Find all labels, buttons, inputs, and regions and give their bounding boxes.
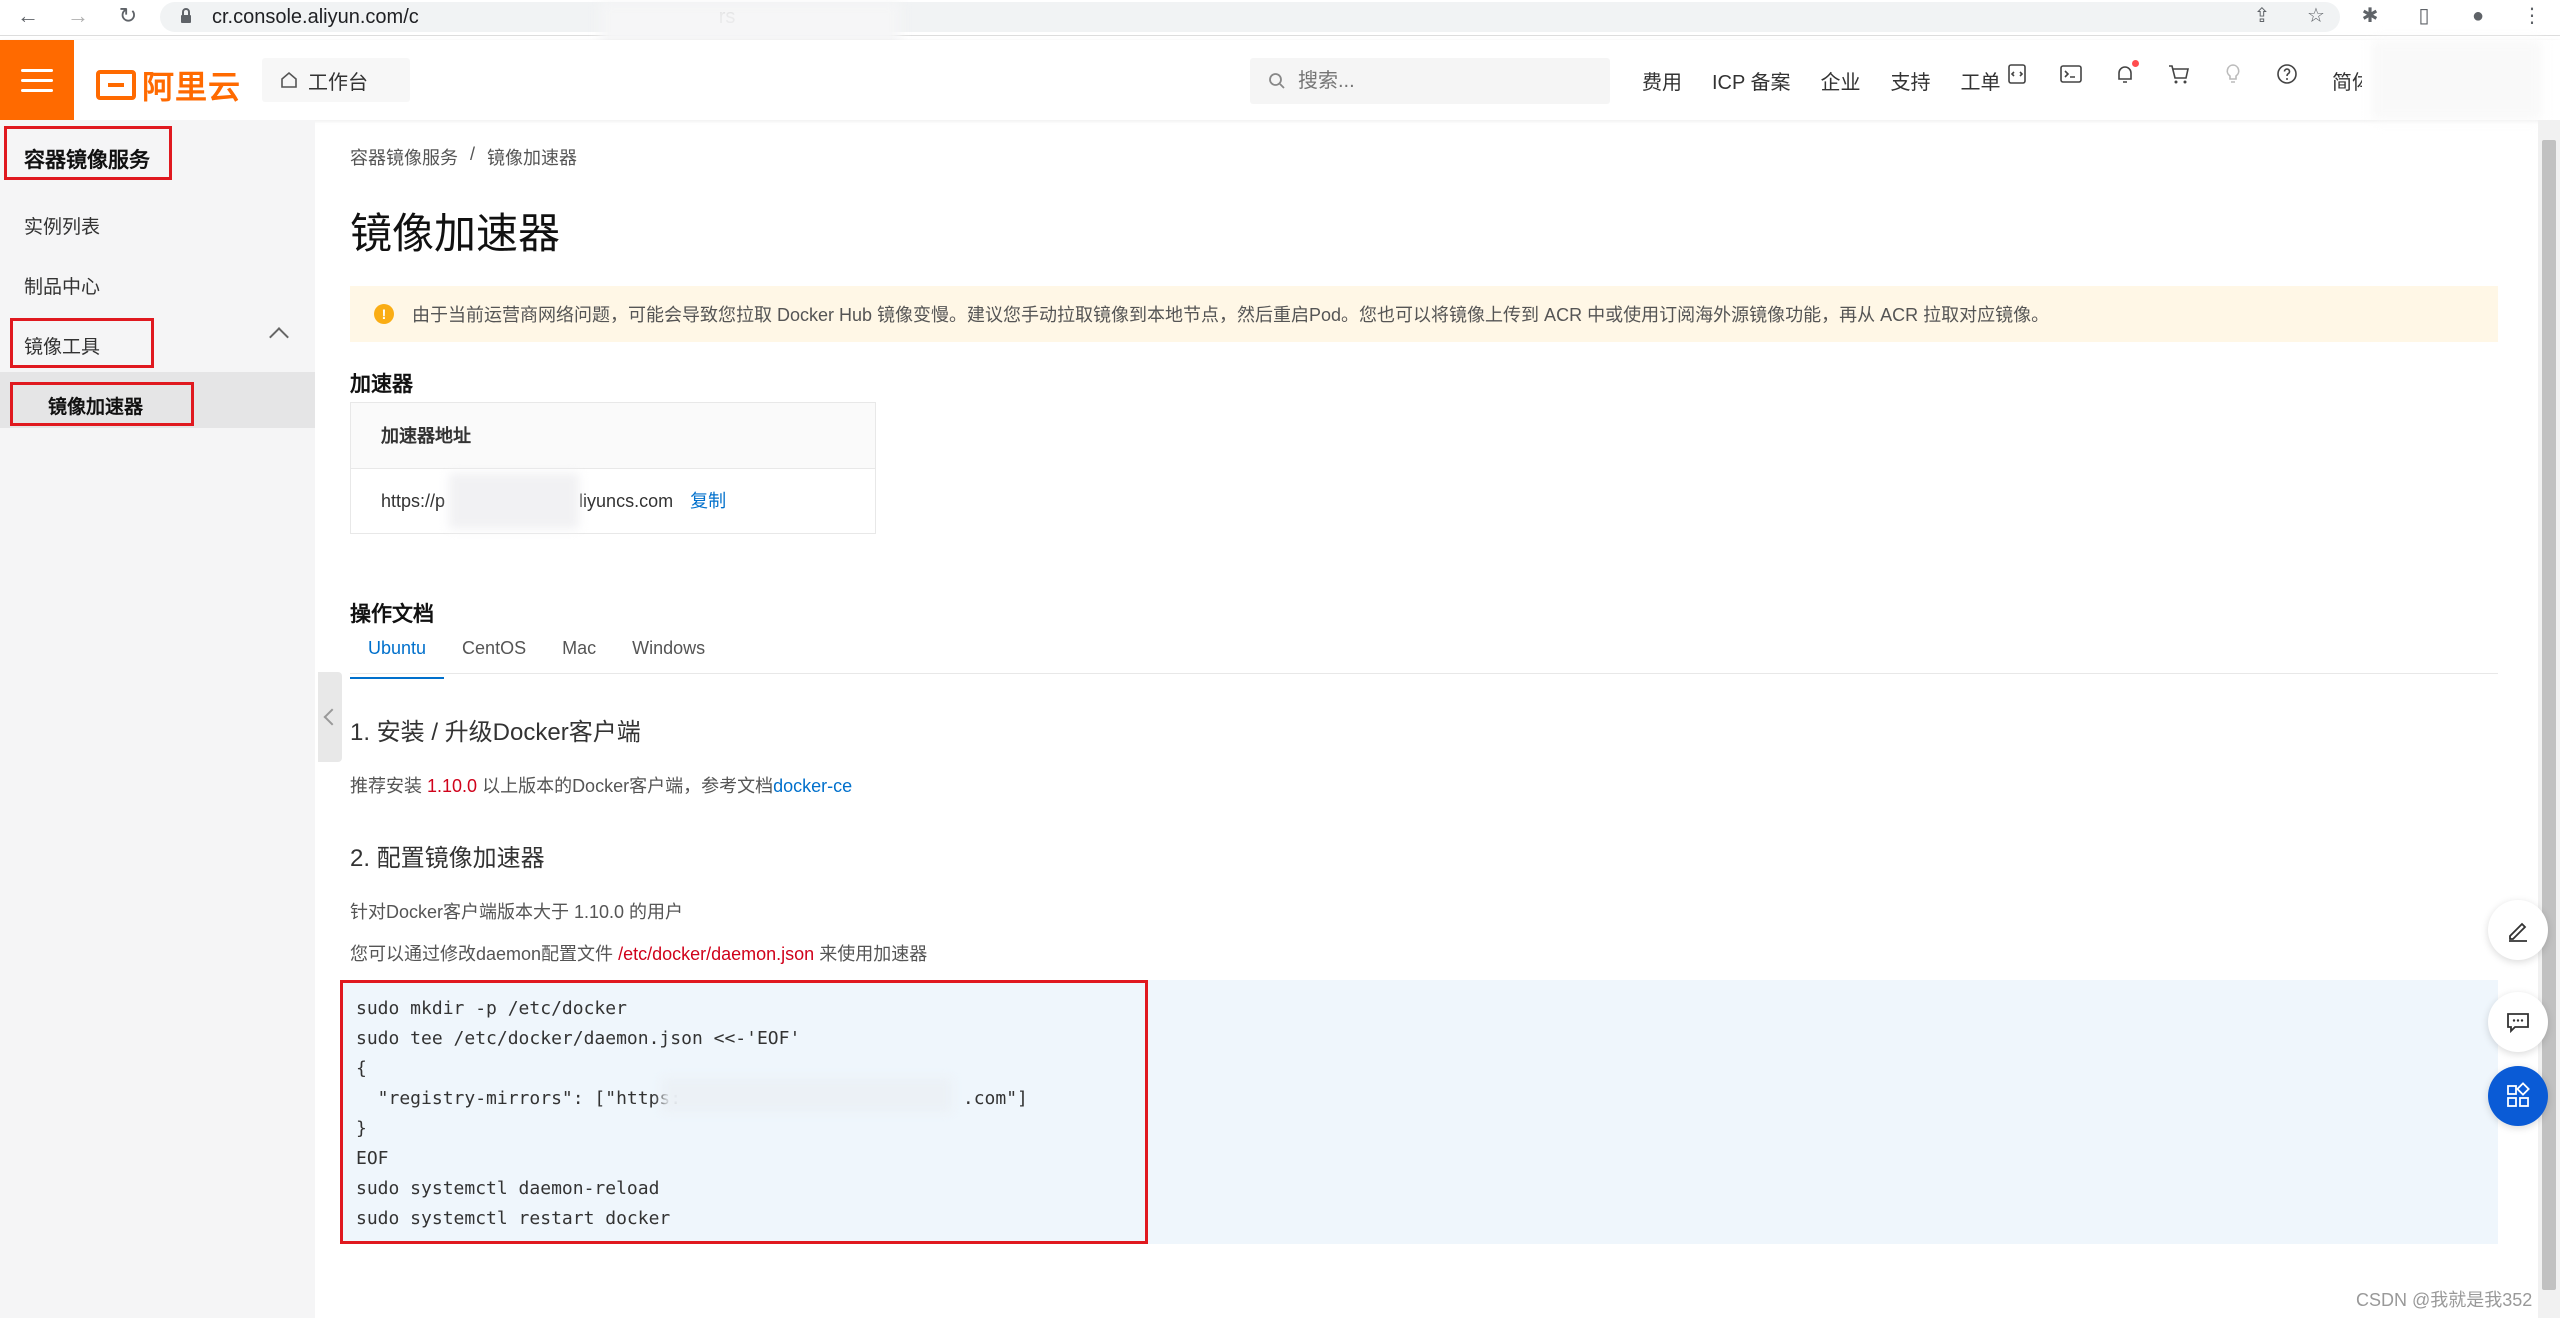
- search-icon: [1269, 73, 1285, 89]
- account-redaction: [2372, 40, 2542, 120]
- code-block[interactable]: sudo mkdir -p /etc/docker sudo tee /etc/…: [340, 980, 2498, 1244]
- watermark: CSDN @我就是我352: [2356, 1290, 2533, 1310]
- warning-icon: !: [374, 304, 394, 324]
- tab-mac[interactable]: Mac: [544, 628, 614, 673]
- help-icon[interactable]: [2275, 62, 2299, 86]
- reload-icon[interactable]: ↻: [114, 2, 142, 30]
- daemon-path: /etc/docker/daemon.json: [618, 944, 815, 964]
- menu-hamburger-icon[interactable]: [0, 40, 74, 120]
- chat-float-button[interactable]: [2488, 992, 2548, 1052]
- highlight-box: [4, 126, 172, 180]
- language-switch[interactable]: 简体: [2332, 66, 2362, 95]
- notice-text: 由于当前运营商网络问题，可能会导致您拉取 Docker Hub 镜像变慢。建议您…: [412, 305, 2050, 325]
- step2-text-2: 您可以通过修改daemon配置文件 /etc/docker/daemon.jso…: [350, 944, 928, 964]
- sidebar: 容器镜像服务 实例列表 制品中心 镜像工具 镜像加速器: [0, 120, 315, 1318]
- share-icon[interactable]: ⇪: [2248, 2, 2276, 30]
- sidebar-collapse-handle[interactable]: [318, 672, 342, 762]
- nav-enterprise[interactable]: 企业: [1821, 66, 1861, 95]
- docs-heading: 操作文档: [350, 603, 434, 626]
- lightbulb-icon[interactable]: [2221, 62, 2245, 86]
- sidepanel-icon[interactable]: ▯: [2410, 2, 2438, 30]
- tab-centos[interactable]: CentOS: [444, 628, 544, 673]
- console-topnav: 阿里云 工作台 费用 ICP 备案 企业 支持 工单 简体: [0, 40, 2560, 120]
- sidebar-item-artifacts[interactable]: 制品中心: [24, 272, 100, 299]
- nav-billing[interactable]: 费用: [1642, 66, 1682, 95]
- browser-toolbar: ← → ↻ cr.console.aliyun.com/crs ⇪ ☆ ✱ ▯ …: [0, 0, 2560, 50]
- accelerator-column-header: 加速器地址: [351, 403, 875, 469]
- step1-text: 推荐安装 1.10.0 以上版本的Docker客户端，参考文档docker-ce: [350, 776, 853, 796]
- highlight-box: [340, 980, 1148, 1244]
- search-input[interactable]: [1298, 69, 1578, 93]
- highlight-box: [10, 318, 154, 368]
- page-title: 镜像加速器: [350, 210, 561, 257]
- aliyun-logo-mark-icon: [96, 70, 136, 100]
- extensions-icon[interactable]: ✱: [2356, 2, 2384, 30]
- tab-windows[interactable]: Windows: [614, 628, 723, 673]
- bell-icon[interactable]: [2113, 60, 2139, 86]
- global-search[interactable]: [1250, 58, 1610, 104]
- apps-grid-icon: [2507, 1082, 2530, 1107]
- main-content: 容器镜像服务 / 镜像加速器 镜像加速器 ! 由于当前运营商网络问题，可能会导致…: [340, 120, 2500, 1318]
- step1-title: 1. 安装 / 升级Docker客户端: [350, 719, 641, 746]
- edit-float-button[interactable]: [2488, 900, 2548, 960]
- home-icon: [281, 71, 297, 88]
- pencil-icon: [2509, 922, 2527, 942]
- workbench-button[interactable]: 工作台: [262, 58, 410, 102]
- breadcrumb: 容器镜像服务 / 镜像加速器: [350, 144, 577, 170]
- sidebar-item-instances[interactable]: 实例列表: [24, 212, 100, 239]
- step2-text-1: 针对Docker客户端版本大于 1.10.0 的用户: [350, 902, 684, 922]
- accelerator-table: 加速器地址 https://p liyuncs.com 复制: [350, 402, 876, 534]
- apps-float-button[interactable]: [2488, 1066, 2548, 1126]
- chevron-up-icon[interactable]: [269, 327, 289, 347]
- docker-ce-link[interactable]: docker-ce: [773, 776, 852, 796]
- back-icon[interactable]: ←: [14, 2, 42, 30]
- aliyun-logo[interactable]: 阿里云: [96, 62, 241, 108]
- breadcrumb-service[interactable]: 容器镜像服务: [350, 144, 458, 170]
- forward-icon[interactable]: →: [64, 2, 92, 30]
- accelerator-heading: 加速器: [350, 373, 413, 396]
- tab-ubuntu[interactable]: Ubuntu: [350, 628, 445, 679]
- url-redaction: [449, 473, 579, 529]
- nav-support[interactable]: 支持: [1891, 66, 1931, 95]
- version-text: 1.10.0: [427, 776, 478, 796]
- lock-icon: [181, 8, 191, 23]
- nav-icp[interactable]: ICP 备案: [1712, 66, 1791, 95]
- notice-banner: ! 由于当前运营商网络问题，可能会导致您拉取 Docker Hub 镜像变慢。建…: [350, 286, 2498, 342]
- nav-ticket[interactable]: 工单: [1961, 66, 2001, 95]
- address-bar[interactable]: cr.console.aliyun.com/crs: [160, 2, 2340, 50]
- code-icon[interactable]: [2005, 62, 2029, 86]
- profile-icon[interactable]: ●: [2464, 2, 2492, 30]
- copy-button[interactable]: 复制: [690, 491, 726, 511]
- menu-dots-icon[interactable]: ⋮: [2518, 2, 2546, 30]
- chat-icon: [2507, 1013, 2529, 1034]
- breadcrumb-current: 镜像加速器: [487, 148, 578, 168]
- cart-icon[interactable]: [2167, 62, 2191, 86]
- accelerator-row: https://p liyuncs.com 复制: [351, 469, 875, 533]
- highlight-box: [10, 382, 194, 426]
- os-tabs: Ubuntu CentOS Mac Windows: [350, 628, 2498, 679]
- terminal-icon[interactable]: [2059, 62, 2083, 86]
- breadcrumb-separator: /: [470, 144, 476, 164]
- scrollbar-thumb[interactable]: [2542, 140, 2556, 1290]
- bookmark-star-icon[interactable]: ☆: [2302, 2, 2330, 30]
- step2-title: 2. 配置镜像加速器: [350, 845, 545, 872]
